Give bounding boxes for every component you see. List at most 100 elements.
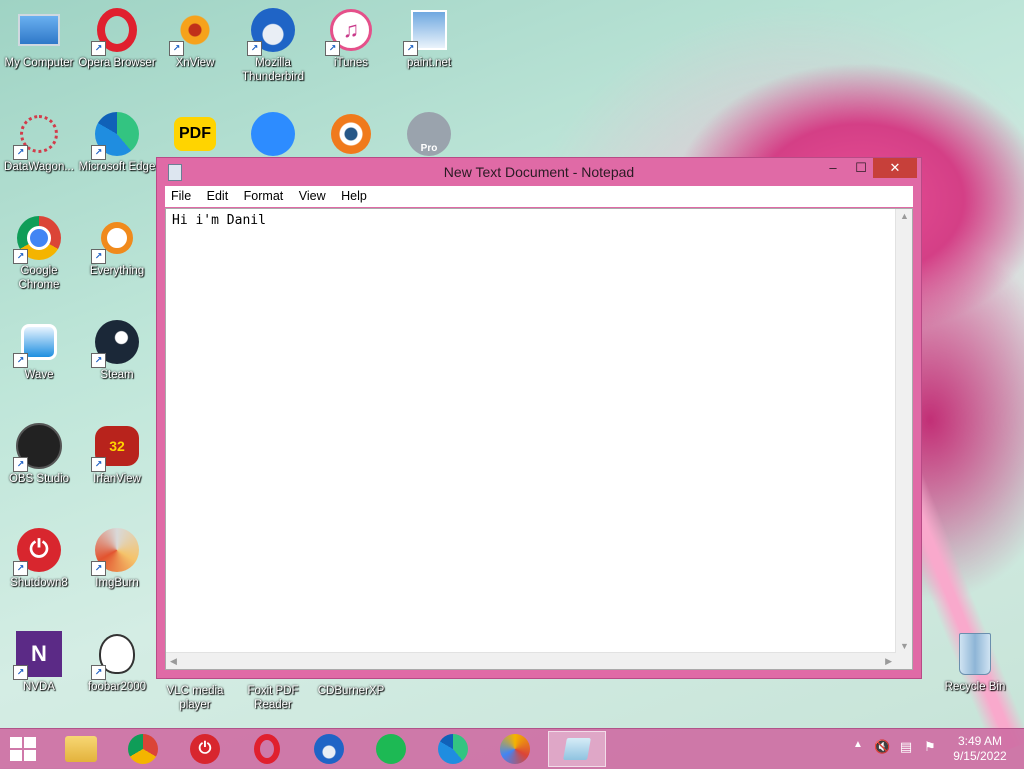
menu-edit[interactable]: Edit bbox=[201, 186, 235, 203]
taskbar-thunderbird[interactable] bbox=[300, 731, 358, 767]
desktop-icon-paintnet[interactable]: ↗ paint.net bbox=[390, 0, 468, 70]
recycle-bin-icon bbox=[951, 630, 999, 678]
taskbar-spotify[interactable] bbox=[362, 731, 420, 767]
desktop-icon-label: OBS Studio bbox=[8, 473, 70, 485]
paintnet-icon: ↗ bbox=[403, 6, 453, 56]
desktop-icon-label: Everything bbox=[89, 265, 145, 277]
desktop-icon-label: Google Chrome bbox=[18, 265, 60, 291]
desktop-icon-label: Opera Browser bbox=[78, 57, 156, 69]
taskbar-browser[interactable] bbox=[486, 731, 544, 767]
windows-logo-icon bbox=[10, 737, 22, 748]
scroll-down-icon[interactable]: ▼ bbox=[900, 641, 909, 651]
desktop-icon-zoom[interactable] bbox=[234, 104, 312, 160]
network-icon[interactable]: ▤ bbox=[898, 739, 914, 755]
desktop-icon-label: foobar2000 bbox=[87, 681, 147, 693]
chrome-icon bbox=[128, 734, 158, 764]
horizontal-scrollbar[interactable]: ◀ ▶ bbox=[166, 652, 896, 669]
desktop-icon-label: Steam bbox=[100, 369, 134, 381]
edge-icon bbox=[438, 734, 468, 764]
power-icon: ⏻ ↗ bbox=[13, 526, 63, 576]
close-button[interactable]: ✕ bbox=[873, 158, 917, 178]
clock-date: 9/15/2022 bbox=[953, 749, 1007, 763]
taskbar: ⏻ ▲ 🔇 ▤ ⚑ 3:49 AM 9/15/2022 bbox=[0, 728, 1024, 769]
chrome-icon: ↗ bbox=[13, 214, 63, 264]
taskbar-edge[interactable] bbox=[424, 731, 482, 767]
desktop-icon-label: DataWagon... bbox=[4, 161, 74, 173]
scroll-right-icon[interactable]: ▶ bbox=[885, 656, 892, 667]
desktop-icon-label: Recycle Bin bbox=[944, 681, 1006, 693]
show-hidden-icons-chevron-icon[interactable]: ▲ bbox=[850, 739, 866, 755]
desktop-icon-wave[interactable]: ↗ Wave bbox=[0, 312, 78, 382]
desktop-icon-blender[interactable] bbox=[312, 104, 390, 160]
browser-icon bbox=[500, 734, 530, 764]
desktop-icon-label: Microsoft Edge bbox=[78, 161, 156, 173]
desktop-icon-imgburn[interactable]: ↗ ImgBurn bbox=[78, 520, 156, 590]
blender-icon bbox=[327, 110, 375, 158]
desktop-icon-opera-browser[interactable]: ↗ Opera Browser bbox=[78, 0, 156, 70]
maximize-button[interactable]: ☐ bbox=[847, 158, 875, 178]
volume-muted-icon[interactable]: 🔇 bbox=[874, 739, 890, 755]
taskbar-shutdown[interactable]: ⏻ bbox=[176, 731, 234, 767]
imgburn-icon: ↗ bbox=[91, 526, 141, 576]
desktop-icon-label: IrfanView bbox=[93, 473, 141, 485]
desktop-icon-pdf[interactable]: PDF bbox=[156, 104, 234, 160]
resize-grip-icon[interactable] bbox=[896, 653, 912, 669]
title-bar[interactable]: New Text Document - Notepad – ☐ ✕ bbox=[157, 158, 921, 186]
thunderbird-icon: ↗ bbox=[247, 6, 297, 56]
text-editor-area[interactable]: Hi i'm Danil ▲ ▼ ◀ ▶ bbox=[165, 208, 913, 670]
menu-bar: File Edit Format View Help bbox=[165, 186, 913, 207]
notepad-window[interactable]: New Text Document - Notepad – ☐ ✕ File E… bbox=[156, 157, 922, 679]
clock-time: 3:49 AM bbox=[957, 734, 1003, 748]
obs-icon: ↗ bbox=[13, 422, 63, 472]
desktop-icon-foobar2000[interactable]: ↗ foobar2000 bbox=[78, 624, 156, 694]
document-text[interactable]: Hi i'm Danil bbox=[172, 213, 266, 228]
desktop-icon-label: CDBurnerXP bbox=[317, 685, 385, 697]
desktop-icon-google-earth-pro[interactable]: Pro bbox=[390, 104, 468, 160]
taskbar-file-explorer[interactable] bbox=[52, 731, 110, 767]
clock[interactable]: 3:49 AM 9/15/2022 bbox=[940, 734, 1020, 764]
desktop-icon-itunes[interactable]: ♫ ↗ iTunes bbox=[312, 0, 390, 70]
menu-file[interactable]: File bbox=[165, 186, 197, 203]
desktop-icon-nvda[interactable]: N ↗ NVDA bbox=[0, 624, 78, 694]
scroll-up-icon[interactable]: ▲ bbox=[900, 211, 909, 221]
edge-icon: ↗ bbox=[91, 110, 141, 160]
desktop-icon-shutdown8[interactable]: ⏻ ↗ Shutdown8 bbox=[0, 520, 78, 590]
desktop-icon-everything[interactable]: ↗ Everything bbox=[78, 208, 156, 278]
menu-help[interactable]: Help bbox=[335, 186, 373, 203]
thunderbird-icon bbox=[314, 734, 344, 764]
desktop-icon-label: Mozilla Thunderbird bbox=[241, 57, 304, 83]
opera-icon: ↗ bbox=[91, 6, 141, 56]
minimize-button[interactable]: – bbox=[819, 158, 847, 178]
taskbar-notepad[interactable] bbox=[548, 731, 606, 767]
start-button[interactable] bbox=[6, 736, 40, 762]
datawagon-icon: ↗ bbox=[13, 110, 63, 160]
desktop-icon-label: Shutdown8 bbox=[10, 577, 68, 589]
desktop-icon-obs-studio[interactable]: ↗ OBS Studio bbox=[0, 416, 78, 486]
desktop-icon-label: VLC media player bbox=[166, 685, 224, 711]
desktop-icon-my-computer[interactable]: My Computer bbox=[0, 0, 78, 70]
xnview-icon: ↗ bbox=[169, 6, 219, 56]
vertical-scrollbar[interactable]: ▲ ▼ bbox=[895, 209, 912, 653]
irfanview-icon: 32 ↗ bbox=[91, 422, 141, 472]
taskbar-chrome[interactable] bbox=[114, 731, 172, 767]
desktop-icon-label: paint.net bbox=[406, 57, 452, 69]
desktop-icon-microsoft-edge[interactable]: ↗ Microsoft Edge bbox=[78, 104, 156, 174]
desktop-icon-mozilla-thunderbird[interactable]: ↗ Mozilla Thunderbird bbox=[234, 0, 312, 84]
desktop-icon-irfanview[interactable]: 32 ↗ IrfanView bbox=[78, 416, 156, 486]
desktop-icon-label: iTunes bbox=[333, 57, 369, 69]
desktop-icon-steam[interactable]: ↗ Steam bbox=[78, 312, 156, 382]
opera-icon bbox=[254, 734, 280, 764]
computer-icon bbox=[15, 6, 63, 54]
desktop-icon-google-chrome[interactable]: ↗ Google Chrome bbox=[0, 208, 78, 292]
taskbar-opera[interactable] bbox=[238, 731, 296, 767]
desktop-icon-xnview[interactable]: ↗ XnView bbox=[156, 0, 234, 70]
menu-format[interactable]: Format bbox=[238, 186, 290, 203]
google-earth-pro-icon: Pro bbox=[405, 110, 453, 158]
menu-view[interactable]: View bbox=[293, 186, 332, 203]
desktop-icon-label: XnView bbox=[175, 57, 215, 69]
action-center-flag-icon[interactable]: ⚑ bbox=[922, 739, 938, 755]
desktop-icon-datawagon[interactable]: ↗ DataWagon... bbox=[0, 104, 78, 174]
scroll-left-icon[interactable]: ◀ bbox=[170, 656, 177, 667]
desktop-icon-label: My Computer bbox=[4, 57, 74, 69]
desktop-icon-recycle-bin[interactable]: Recycle Bin bbox=[936, 624, 1014, 694]
